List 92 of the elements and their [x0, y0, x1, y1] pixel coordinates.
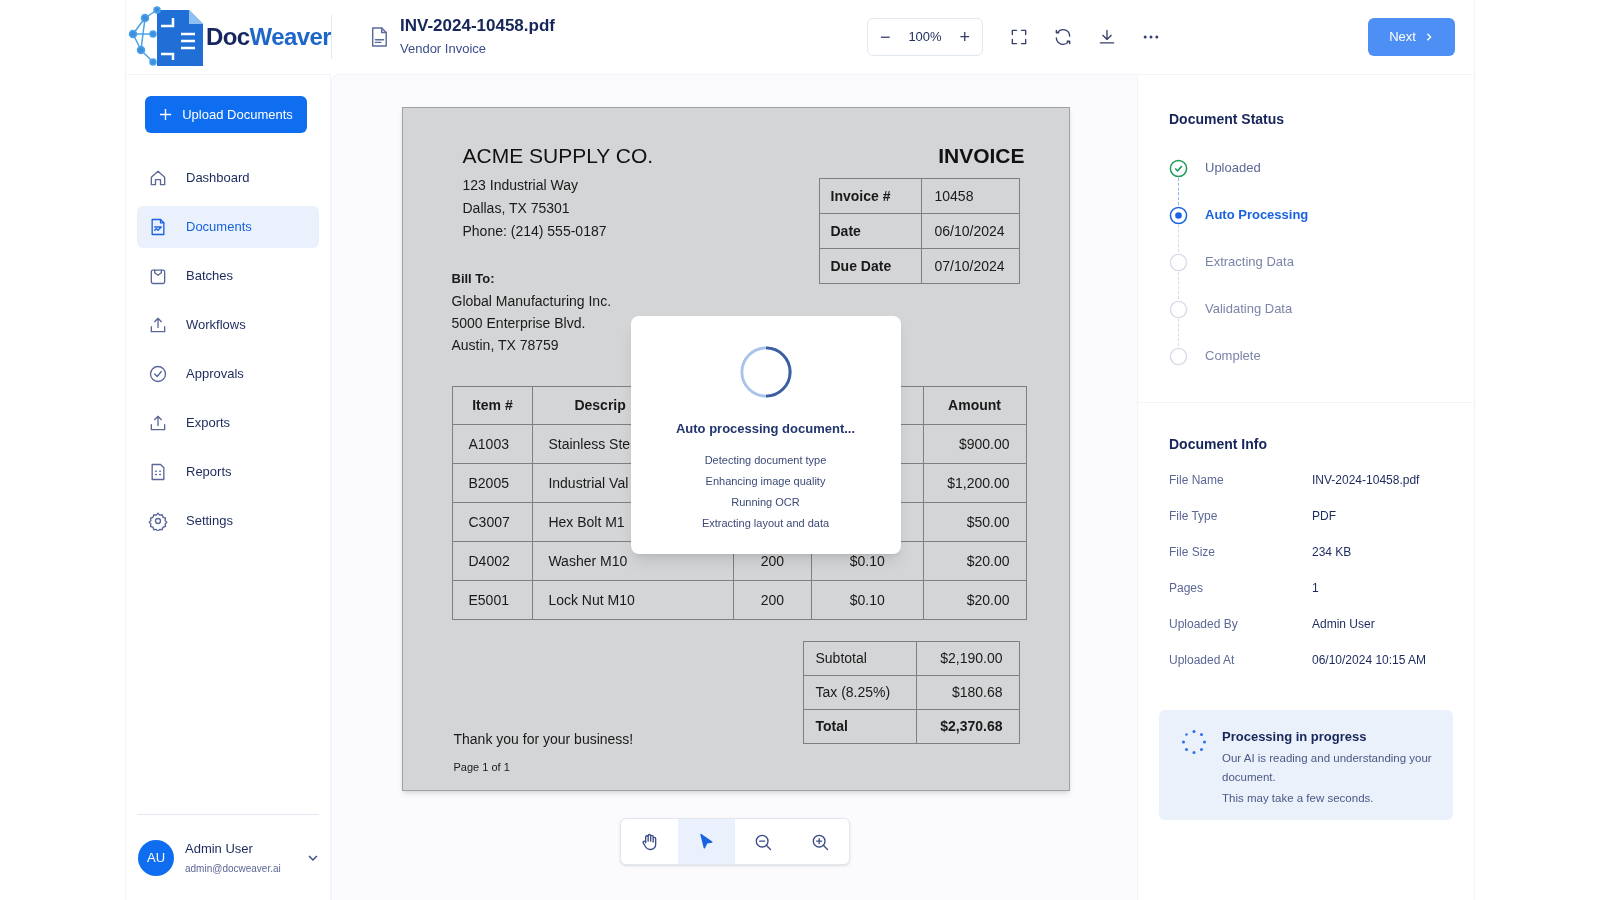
status-step: Validating Data: [1205, 299, 1293, 319]
table-cell: $180.68: [916, 675, 1019, 710]
info-label: Uploaded By: [1169, 616, 1239, 633]
address-line: 123 Industrial Way: [462, 176, 579, 195]
file-name: INV-2024-10458.pdf: [400, 15, 555, 37]
table-cell: $900.00: [923, 424, 1026, 464]
table-cell: Invoice #: [819, 178, 921, 214]
table-cell: $2,190.00: [916, 641, 1019, 676]
table-cell: 06/10/2024: [921, 213, 1019, 249]
table-cell: $50.00: [923, 502, 1026, 542]
table-cell: $20.00: [923, 580, 1026, 620]
column-header: Item #: [452, 386, 533, 425]
nav-item[interactable]: Approvals: [137, 353, 319, 395]
table-cell: 10458: [921, 178, 1019, 214]
table-cell: A1003: [452, 424, 533, 464]
address-line: Phone: (214) 555-0187: [462, 222, 608, 241]
bill-to-label: Bill To:: [451, 270, 496, 288]
info-value: Admin User: [1312, 616, 1376, 633]
table-cell: B2005: [452, 463, 533, 503]
info-value: PDF: [1312, 508, 1337, 525]
table-cell: 07/10/2024: [921, 248, 1019, 284]
zoom-in-button[interactable]: +: [959, 28, 970, 46]
nav-item[interactable]: Settings: [137, 500, 319, 542]
settings-icon: [148, 511, 168, 531]
nav-item[interactable]: Documents: [137, 206, 319, 248]
company-name: ACME SUPPLY CO.: [462, 145, 654, 166]
plus-icon: [159, 108, 173, 121]
info-value: 1: [1312, 580, 1320, 597]
card-text: Our AI is reading and understanding your document.: [1222, 750, 1432, 785]
processing-step: Running OCR: [731, 493, 800, 510]
download-icon[interactable]: [1097, 27, 1117, 47]
tool-button[interactable]: [677, 819, 735, 864]
fullscreen-icon[interactable]: [1009, 27, 1029, 47]
check-circle-icon: [148, 364, 168, 384]
table-cell: Due Date: [819, 248, 921, 284]
table-cell: $0.10: [811, 580, 924, 620]
nav-item[interactable]: Exports: [137, 402, 319, 444]
table-cell: E5001: [452, 580, 533, 620]
column-header: Amount: [923, 386, 1026, 425]
refresh-icon[interactable]: [1053, 27, 1073, 47]
status-step: Extracting Data: [1205, 252, 1294, 272]
user-name: Admin User: [185, 839, 254, 858]
loading-spinner-icon: [738, 345, 793, 399]
table-cell: $1,200.00: [923, 463, 1026, 503]
table-cell: C3007: [452, 502, 533, 542]
table-cell: D4002: [452, 541, 533, 581]
table-cell: Tax (8.25%): [803, 675, 916, 710]
nav-item[interactable]: Workflows: [137, 304, 319, 346]
logo-text: DocWeaver: [206, 22, 331, 52]
user-avatar: AU: [138, 839, 174, 876]
table-cell: $2,370.68: [916, 709, 1019, 744]
info-label: Uploaded At: [1169, 652, 1236, 669]
status-step: Uploaded: [1205, 158, 1261, 178]
status-step: Auto Processing: [1205, 205, 1309, 225]
nav-item[interactable]: Dashboard: [137, 157, 319, 199]
page-number: Page 1 of 1: [453, 760, 511, 775]
address-line: Global Manufacturing Inc.: [451, 292, 613, 311]
address-line: Austin, TX 78759: [451, 336, 560, 355]
nav-item[interactable]: Batches: [137, 255, 319, 297]
nav-item[interactable]: Reports: [137, 451, 319, 493]
table-cell: $20.00: [923, 541, 1026, 581]
user-email: admin@docweaver.ai: [185, 862, 282, 877]
zoom-out-button[interactable]: −: [880, 28, 891, 46]
panel-title: Document Info: [1169, 435, 1268, 454]
address-line: Dallas, TX 75301: [462, 199, 571, 218]
info-value: 06/10/2024 10:15 AM: [1312, 652, 1428, 669]
upload-button[interactable]: Upload Documents: [145, 96, 307, 133]
card-text: This may take a few seconds.: [1222, 790, 1375, 806]
table-cell: Total: [803, 709, 916, 744]
status-step: Complete: [1205, 346, 1261, 366]
info-value: 234 KB: [1312, 544, 1353, 561]
upload-icon: [148, 315, 168, 335]
loading-spinner-icon: [1181, 729, 1207, 755]
table-cell: 200: [733, 580, 812, 620]
info-label: Pages: [1169, 580, 1205, 597]
thank-you-note: Thank you for your business!: [453, 730, 634, 749]
home-icon: [148, 168, 168, 188]
info-label: File Size: [1169, 544, 1216, 561]
table-cell: Lock Nut M10: [532, 580, 734, 620]
document-type: Vendor Invoice: [400, 40, 487, 59]
info-value: INV-2024-10458.pdf: [1312, 472, 1421, 489]
card-title: Processing in progress: [1222, 728, 1368, 746]
panel-title: Document Status: [1169, 110, 1286, 129]
info-label: File Name: [1169, 472, 1225, 489]
zoom-level: 100%: [908, 28, 942, 47]
address-line: 5000 Enterprise Blvd.: [451, 314, 587, 333]
table-cell: Date: [819, 213, 921, 249]
file-icon: [370, 26, 388, 48]
table-cell: Subtotal: [803, 641, 916, 676]
upload-icon: [148, 413, 168, 433]
info-label: File Type: [1169, 508, 1219, 525]
invoice-title: INVOICE: [938, 145, 1025, 166]
